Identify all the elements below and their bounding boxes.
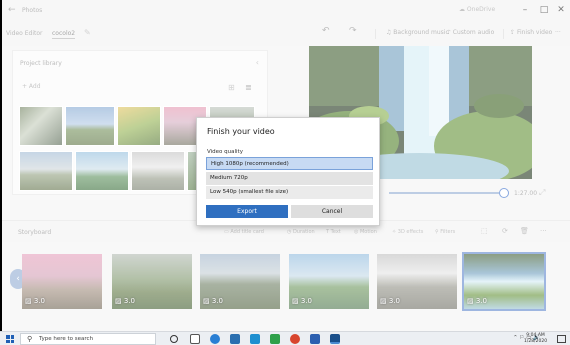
word-icon[interactable] <box>310 334 320 344</box>
spotify-icon[interactable] <box>270 334 280 344</box>
windows-taskbar: ⚲ Type here to search ⌃ ⚐ ▭ 🔊 9:04 AM 1/… <box>0 331 570 345</box>
edge-icon[interactable] <box>210 334 220 344</box>
action-center-icon[interactable] <box>557 335 566 343</box>
dialog-title: Finish your video <box>207 127 275 136</box>
clock-date: 1/28/2020 <box>524 338 548 344</box>
photos-taskbar-icon[interactable] <box>330 334 340 344</box>
photos-app-window: ← Photos ☁ OneDrive – □ ✕ Video Editor c… <box>0 0 570 331</box>
taskbar-clock[interactable]: 9:04 AM 1/28/2020 <box>524 333 547 344</box>
search-icon: ⚲ <box>27 335 33 343</box>
export-button[interactable]: Export <box>206 205 288 218</box>
windows-start-icon[interactable] <box>6 335 14 343</box>
clock-time: 9:04 AM <box>526 333 545 338</box>
mail-icon[interactable] <box>250 334 260 344</box>
search-placeholder: Type here to search <box>39 336 94 342</box>
store-icon[interactable] <box>230 334 240 344</box>
quality-option-high[interactable]: High 1080p (recommended) <box>206 157 373 170</box>
chrome-icon[interactable] <box>290 334 300 344</box>
quality-option-low[interactable]: Low 540p (smallest file size) <box>206 186 373 199</box>
cancel-button[interactable]: Cancel <box>291 205 373 218</box>
quality-option-medium[interactable]: Medium 720p <box>206 172 373 185</box>
taskbar-search-box[interactable]: ⚲ Type here to search <box>20 333 156 345</box>
finish-video-dialog: Finish your video Video quality High 108… <box>196 117 380 226</box>
cortana-icon[interactable] <box>170 335 178 343</box>
task-view-icon[interactable] <box>190 334 200 344</box>
video-quality-label: Video quality <box>207 149 243 155</box>
